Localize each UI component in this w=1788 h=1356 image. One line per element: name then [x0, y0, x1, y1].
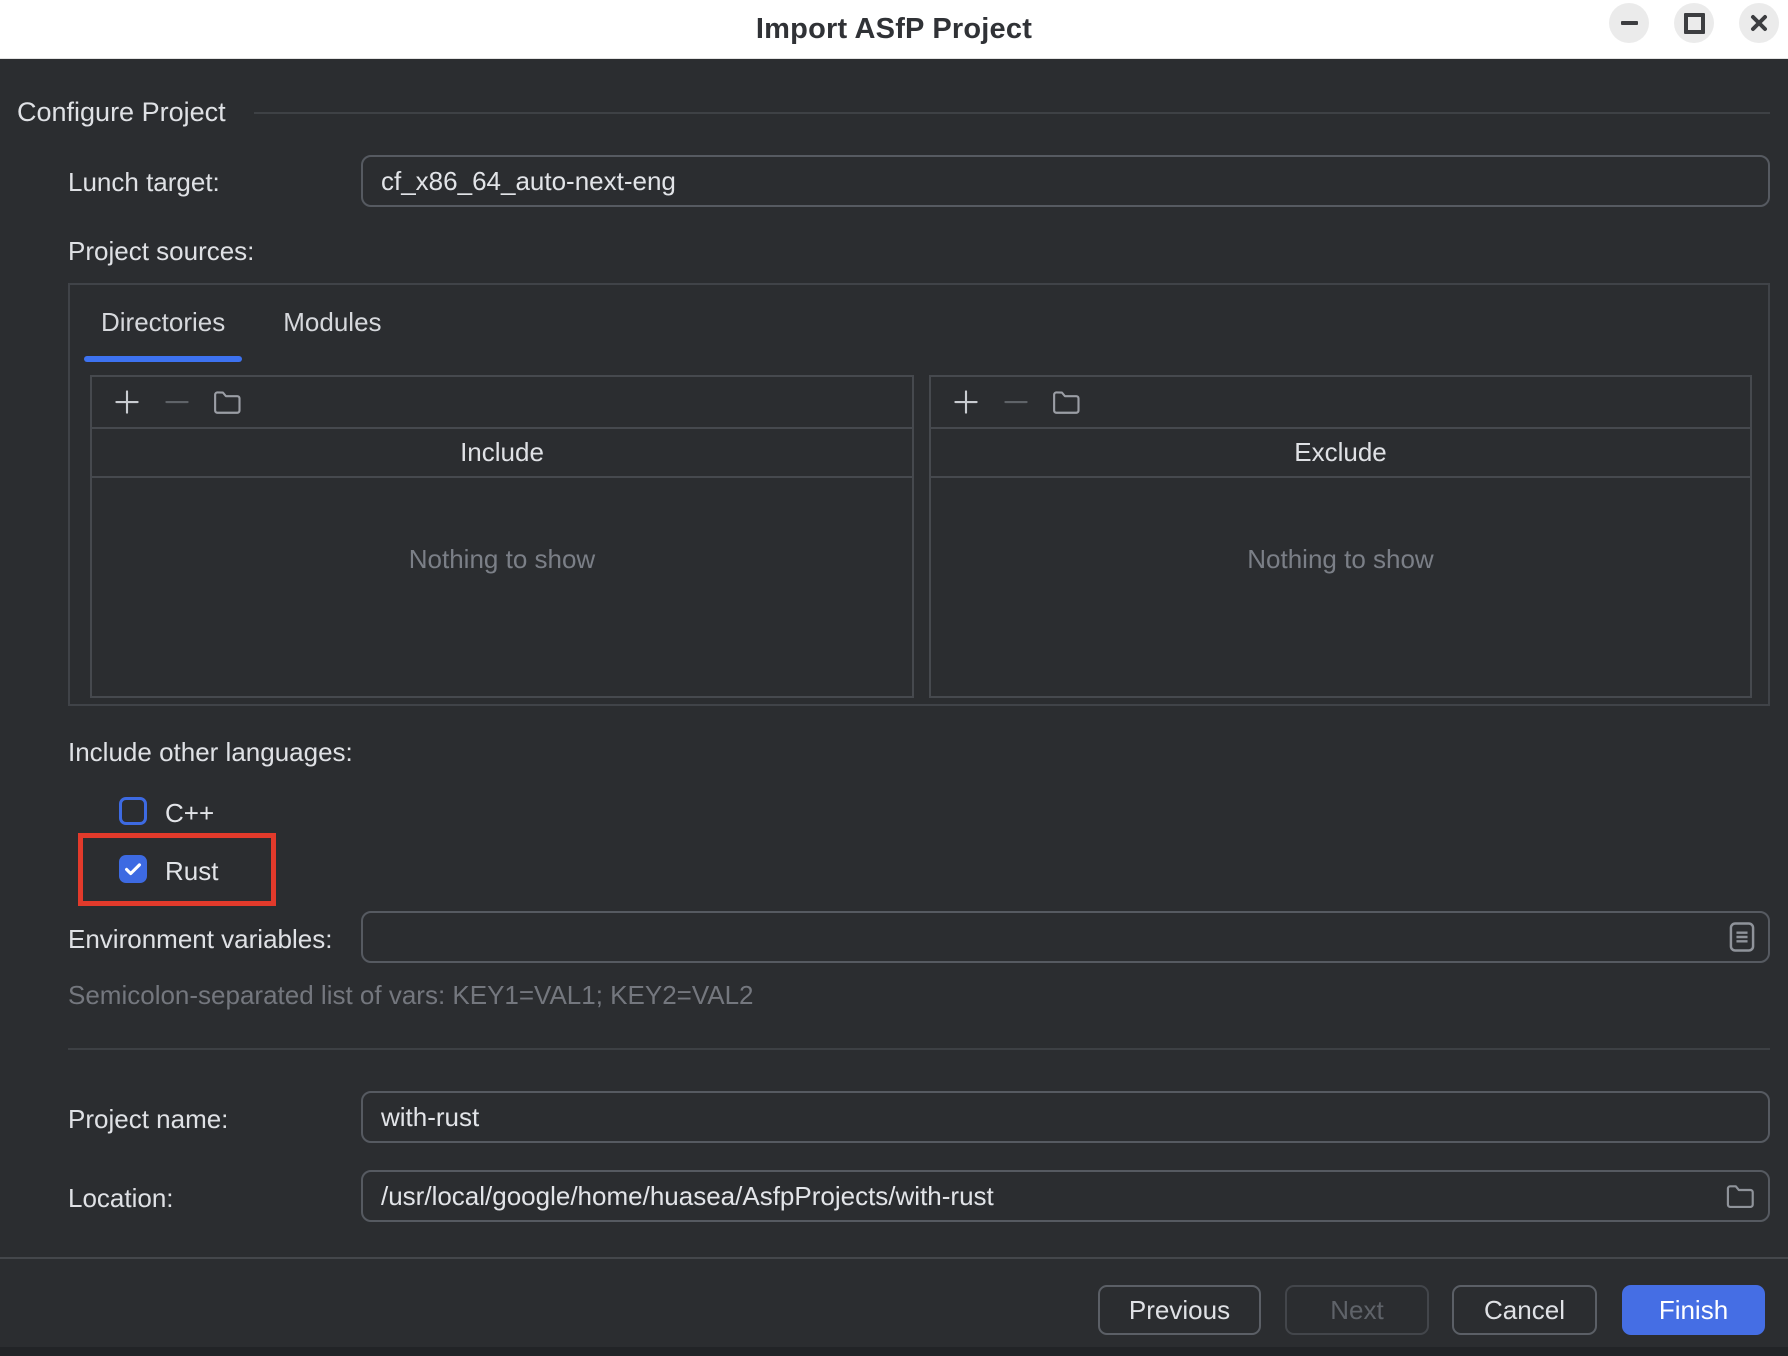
environment-variables-input[interactable]	[361, 911, 1770, 963]
environment-variables-field	[361, 911, 1770, 963]
close-icon	[1749, 13, 1769, 33]
location-input[interactable]	[361, 1170, 1770, 1222]
minus-icon	[162, 387, 192, 417]
maximize-button[interactable]	[1674, 3, 1714, 43]
tab-bar: Directories Modules	[84, 285, 423, 359]
lunch-target-input[interactable]	[361, 155, 1770, 207]
section-title: Configure Project	[17, 97, 226, 128]
active-tab-underline	[84, 356, 242, 362]
maximize-icon	[1684, 13, 1705, 34]
tab-directories-label: Directories	[101, 307, 225, 338]
expand-list-button[interactable]	[1728, 921, 1756, 953]
lunch-target-label: Lunch target:	[68, 167, 220, 198]
exclude-panel: Exclude Nothing to show	[929, 375, 1752, 698]
footer-divider	[0, 1257, 1788, 1259]
titlebar: Import ASfP Project	[0, 0, 1788, 59]
include-empty-text: Nothing to show	[92, 478, 912, 575]
minimize-icon	[1621, 21, 1638, 25]
close-button[interactable]	[1739, 3, 1779, 43]
add-button[interactable]	[102, 381, 152, 423]
finish-button[interactable]: Finish	[1622, 1285, 1765, 1335]
browse-folder-button[interactable]	[1724, 1182, 1756, 1210]
location-field	[361, 1170, 1770, 1222]
remove-button[interactable]	[152, 381, 202, 423]
remove-button[interactable]	[991, 381, 1041, 423]
plus-icon	[112, 387, 142, 417]
minimize-button[interactable]	[1609, 3, 1649, 43]
form-divider	[68, 1048, 1770, 1050]
tab-modules-label: Modules	[283, 307, 381, 338]
project-sources-box: Directories Modules	[68, 283, 1770, 706]
include-other-languages-label: Include other languages:	[68, 737, 353, 768]
project-name-input[interactable]	[361, 1091, 1770, 1143]
minus-icon	[1001, 387, 1031, 417]
dialog-title: Import ASfP Project	[756, 13, 1032, 46]
project-sources-label: Project sources:	[68, 236, 254, 267]
folder-icon	[212, 388, 242, 416]
location-label: Location:	[68, 1183, 174, 1214]
previous-button[interactable]: Previous	[1098, 1285, 1261, 1335]
include-header: Include	[92, 429, 912, 478]
environment-variables-label: Environment variables:	[68, 924, 332, 955]
cpp-checkbox[interactable]	[119, 797, 147, 825]
exclude-empty-text: Nothing to show	[931, 478, 1750, 575]
import-asfp-project-dialog: Import ASfP Project Configure Project Lu…	[0, 0, 1788, 1356]
section-divider	[254, 112, 1770, 114]
annotation-highlight-box	[78, 833, 276, 906]
folder-icon	[1051, 388, 1081, 416]
plus-icon	[951, 387, 981, 417]
exclude-header: Exclude	[931, 429, 1750, 478]
choose-folder-button[interactable]	[1041, 381, 1091, 423]
dialog-bottom-edge	[0, 1347, 1788, 1356]
tab-modules[interactable]: Modules	[266, 285, 398, 359]
project-name-label: Project name:	[68, 1104, 228, 1135]
choose-folder-button[interactable]	[202, 381, 252, 423]
cancel-button[interactable]: Cancel	[1452, 1285, 1597, 1335]
folder-icon	[1724, 1182, 1756, 1210]
next-button[interactable]: Next	[1285, 1285, 1429, 1335]
exclude-toolbar	[931, 377, 1750, 429]
include-panel: Include Nothing to show	[90, 375, 914, 698]
cpp-checkbox-label: C++	[165, 798, 214, 829]
add-button[interactable]	[941, 381, 991, 423]
expand-list-icon	[1728, 921, 1756, 953]
tab-directories[interactable]: Directories	[84, 285, 242, 359]
window-controls	[1609, 3, 1779, 43]
include-toolbar	[92, 377, 912, 429]
environment-variables-hint: Semicolon-separated list of vars: KEY1=V…	[68, 980, 754, 1011]
